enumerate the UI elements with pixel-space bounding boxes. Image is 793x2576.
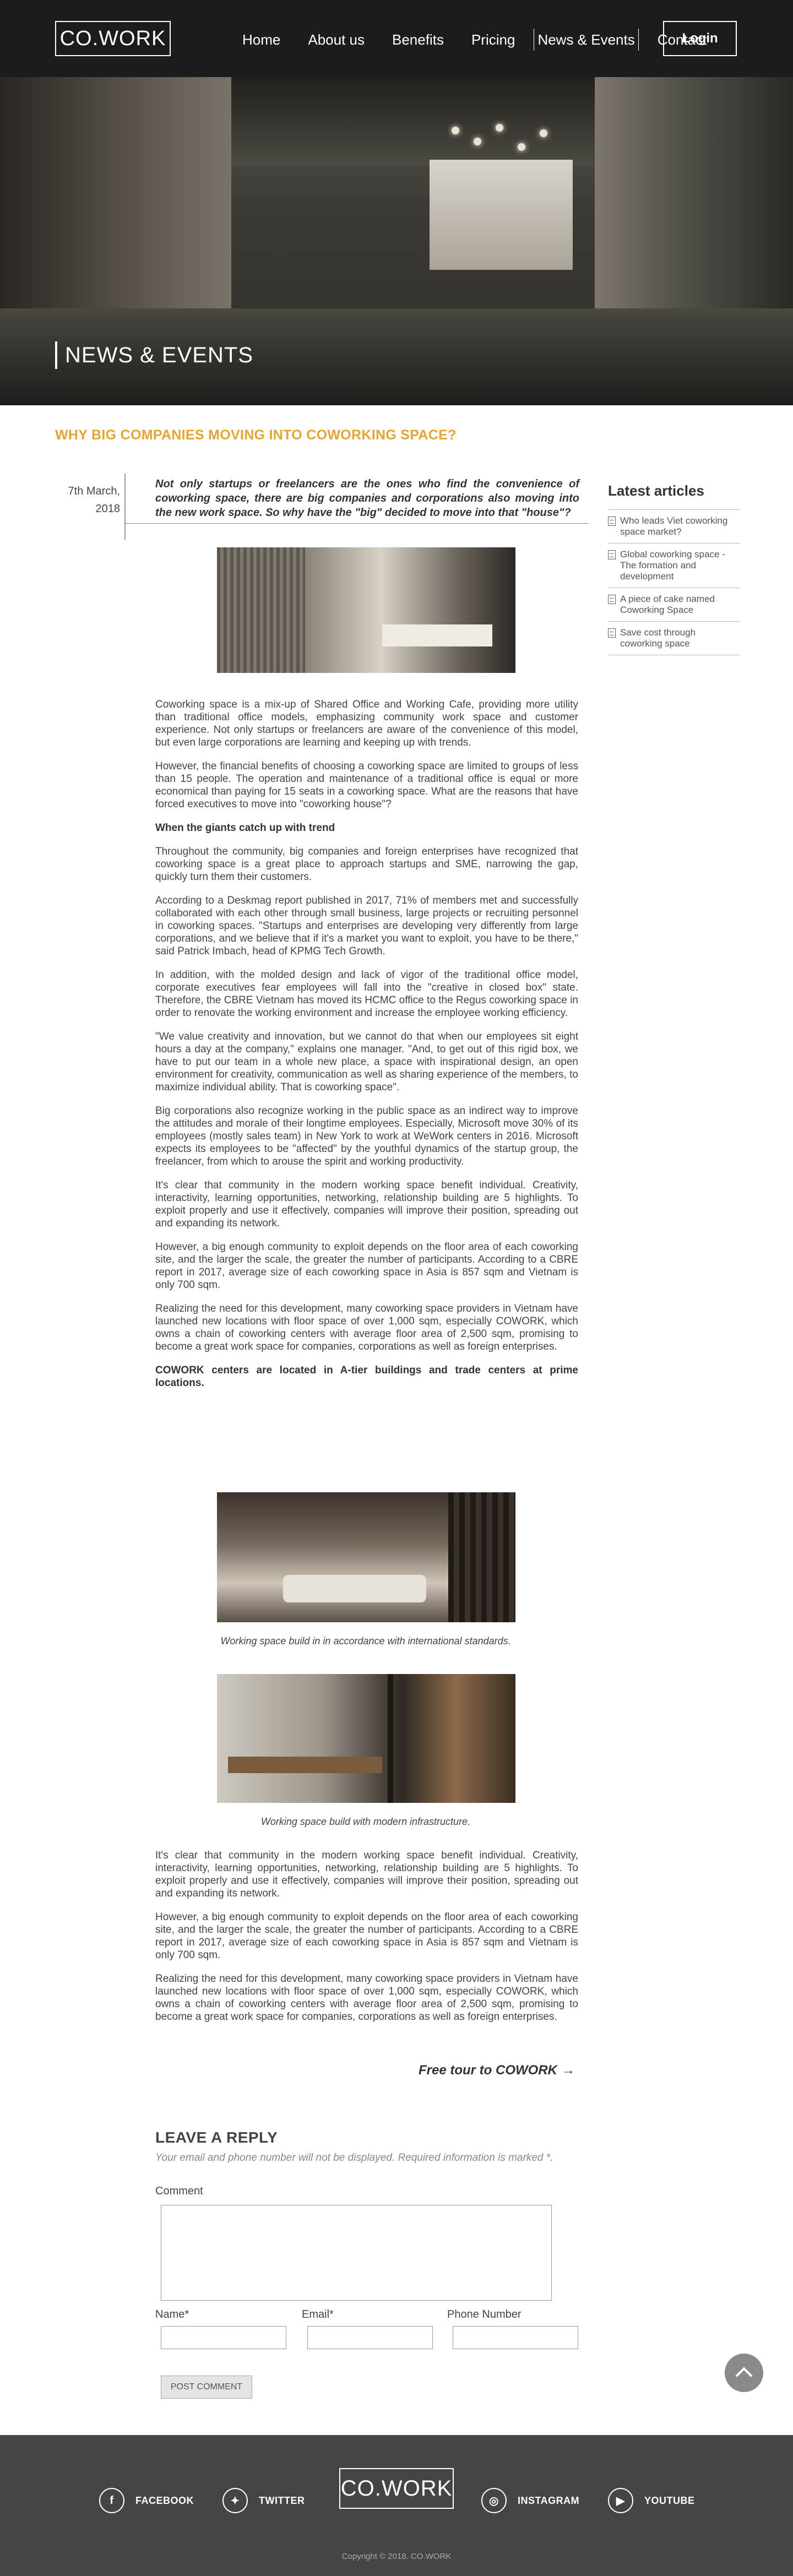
article-body-c: It's clear that community in the modern … bbox=[155, 1849, 578, 2034]
paragraph: It's clear that community in the modern … bbox=[155, 1180, 578, 1229]
nav-home[interactable]: Home bbox=[233, 29, 289, 51]
paragraph: In addition, with the molded design and … bbox=[155, 969, 578, 1019]
youtube-label: YOUTUBE bbox=[644, 2495, 695, 2506]
twitter-icon: ✦ bbox=[222, 2488, 248, 2513]
footer-logo[interactable]: CO.WORK bbox=[339, 2468, 454, 2509]
latest-articles-sidebar: Latest articles Who leads Viet coworking… bbox=[608, 482, 740, 655]
comment-label: Comment bbox=[155, 2185, 203, 2197]
image-sofa bbox=[283, 1575, 426, 1602]
paragraph: However, the financial benefits of choos… bbox=[155, 760, 578, 810]
hero-window bbox=[430, 160, 573, 270]
footer-instagram-link[interactable]: ◎ INSTAGRAM bbox=[481, 2488, 579, 2513]
article-image-office-interior bbox=[217, 547, 515, 673]
paragraph: According to a Deskmag report published … bbox=[155, 895, 578, 957]
article-image-lounge bbox=[217, 1492, 515, 1622]
footer-youtube-link[interactable]: ▶ YOUTUBE bbox=[608, 2488, 695, 2513]
sidebar-article-title: A piece of cake named Coworking Space bbox=[620, 594, 715, 615]
arrow-right-icon: → bbox=[562, 2063, 575, 2078]
site-header: CO.WORK Home About us Benefits Pricing N… bbox=[0, 0, 793, 77]
document-icon bbox=[608, 628, 616, 638]
sidebar-title: Latest articles bbox=[608, 482, 704, 499]
footer-facebook-link[interactable]: f FACEBOOK bbox=[99, 2488, 194, 2513]
sidebar-article-link[interactable]: A piece of cake named Coworking Space bbox=[608, 588, 740, 621]
page-title: NEWS & EVENTS bbox=[55, 341, 253, 369]
paragraph: However, a big enough community to explo… bbox=[155, 1241, 578, 1291]
site-logo[interactable]: CO.WORK bbox=[55, 21, 171, 56]
date-year: 2018 bbox=[95, 503, 121, 515]
lamp-light bbox=[474, 138, 481, 145]
phone-input[interactable] bbox=[453, 2326, 578, 2349]
post-comment-button[interactable]: POST COMMENT bbox=[161, 2376, 252, 2399]
document-icon bbox=[608, 595, 616, 604]
image-shelves bbox=[448, 1492, 515, 1622]
email-input[interactable] bbox=[307, 2326, 433, 2349]
date-divider bbox=[124, 474, 126, 540]
image-long-table bbox=[228, 1757, 382, 1773]
date-day: 7th March, bbox=[68, 485, 120, 497]
name-label: Name* bbox=[155, 2308, 189, 2320]
facebook-icon: f bbox=[99, 2488, 124, 2513]
sidebar-article-link[interactable]: Who leads Viet coworking space market? bbox=[608, 509, 740, 543]
intro-divider bbox=[124, 523, 588, 524]
nav-about-us[interactable]: About us bbox=[299, 29, 373, 51]
facebook-label: FACEBOOK bbox=[135, 2495, 194, 2506]
name-input[interactable] bbox=[161, 2326, 286, 2349]
youtube-icon: ▶ bbox=[608, 2488, 633, 2513]
sidebar-article-title: Save cost through coworking space bbox=[620, 627, 696, 649]
lamp-light bbox=[540, 129, 547, 137]
article-date: 7th March, 2018 bbox=[65, 482, 120, 518]
instagram-icon: ◎ bbox=[481, 2488, 507, 2513]
paragraph: It's clear that community in the modern … bbox=[155, 1850, 578, 1899]
image-caption: Working space build in in accordance wit… bbox=[220, 1635, 511, 1646]
phone-label: Phone Number bbox=[447, 2308, 522, 2320]
copyright: Copyright © 2018. CO.WORK bbox=[341, 2552, 452, 2561]
paragraph: However, a big enough community to explo… bbox=[155, 1911, 578, 1961]
main-nav: Home About us Benefits Pricing News & Ev… bbox=[233, 29, 725, 51]
article-body-a: Coworking space is a mix-up of Shared Of… bbox=[155, 698, 578, 1400]
article-image-workspace bbox=[217, 1674, 515, 1803]
nav-news-events[interactable]: News & Events bbox=[534, 29, 639, 51]
paragraph: Realizing the need for this development,… bbox=[155, 1303, 578, 1352]
lamp-light bbox=[518, 143, 525, 151]
email-label: Email* bbox=[302, 2308, 334, 2320]
sidebar-article-link[interactable]: Save cost through coworking space bbox=[608, 621, 740, 655]
comment-textarea[interactable] bbox=[161, 2205, 552, 2301]
site-footer: f FACEBOOK ✦ TWITTER CO.WORK ◎ INSTAGRAM… bbox=[0, 2435, 793, 2576]
sidebar-article-title: Global coworking space - The formation a… bbox=[620, 549, 725, 581]
image-caption: Working space build with modern infrastr… bbox=[260, 1816, 471, 1827]
document-icon bbox=[608, 517, 616, 526]
scroll-to-top-button[interactable] bbox=[725, 2354, 763, 2392]
instagram-label: INSTAGRAM bbox=[518, 2495, 580, 2506]
image-tables bbox=[382, 624, 492, 646]
reply-title: LEAVE A REPLY bbox=[155, 2129, 278, 2146]
nav-benefits[interactable]: Benefits bbox=[383, 29, 453, 51]
paragraph: Realizing the need for this development,… bbox=[155, 1973, 578, 2023]
login-button[interactable]: Login bbox=[663, 21, 737, 56]
reply-note: Your email and phone number will not be … bbox=[155, 2152, 553, 2164]
document-icon bbox=[608, 550, 616, 559]
image-curtains bbox=[217, 547, 305, 673]
sidebar-article-link[interactable]: Global coworking space - The formation a… bbox=[608, 543, 740, 588]
paragraph: "We value creativity and innovation, but… bbox=[155, 1031, 578, 1093]
hero-ceiling bbox=[165, 77, 639, 165]
free-tour-link[interactable]: Free tour to COWORK → bbox=[419, 2063, 575, 2078]
footer-twitter-link[interactable]: ✦ TWITTER bbox=[222, 2488, 305, 2513]
paragraph: Big corporations also recognize working … bbox=[155, 1105, 578, 1167]
section-heading: When the giants catch up with trend bbox=[155, 822, 335, 834]
free-tour-label: Free tour to COWORK bbox=[419, 2063, 557, 2078]
bold-statement: COWORK centers are located in A-tier bui… bbox=[155, 1365, 578, 1389]
sidebar-article-title: Who leads Viet coworking space market? bbox=[620, 515, 728, 537]
article-intro: Not only startups or freelancers are the… bbox=[155, 478, 579, 519]
paragraph: Throughout the community, big companies … bbox=[155, 846, 578, 883]
twitter-label: TWITTER bbox=[259, 2495, 305, 2506]
lamp-light bbox=[452, 127, 459, 134]
lamp-light bbox=[496, 124, 503, 132]
article-title: WHY BIG COMPANIES MOVING INTO COWORKING … bbox=[55, 427, 457, 443]
nav-pricing[interactable]: Pricing bbox=[463, 29, 524, 51]
image-divider bbox=[388, 1674, 393, 1803]
paragraph: Coworking space is a mix-up of Shared Of… bbox=[155, 699, 578, 748]
